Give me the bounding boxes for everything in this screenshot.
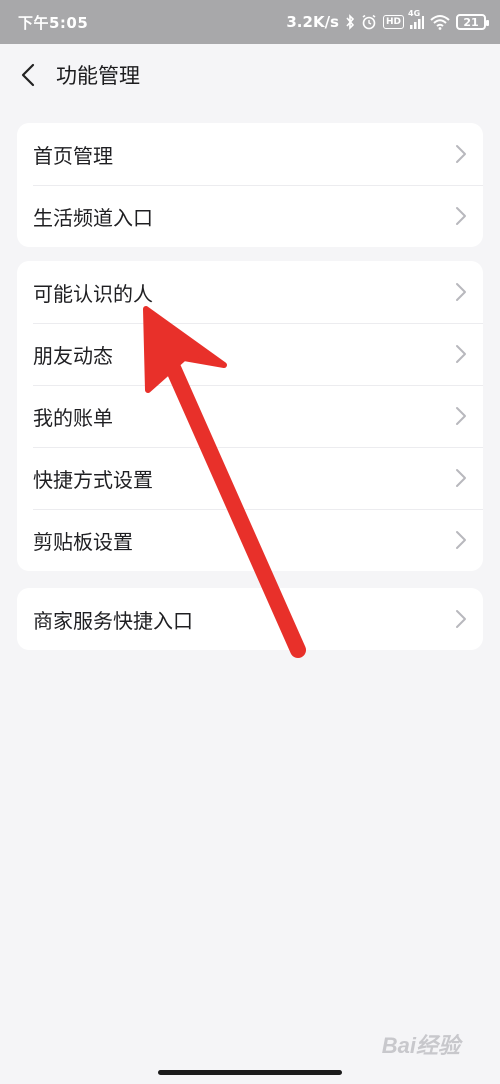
signal-icon: 4G: [408, 9, 424, 29]
menu-item-label: 我的账单: [33, 405, 113, 430]
status-bar: 下午5:05 3.2K/s HD 4G 21: [0, 0, 500, 44]
menu-item-label: 朋友动态: [33, 343, 113, 368]
watermark: Bai经验: [381, 1033, 460, 1058]
page-title: 功能管理: [56, 64, 140, 88]
chevron-right-icon: [455, 344, 467, 364]
menu-item-merchant-service-entry[interactable]: 商家服务快捷入口: [17, 588, 483, 650]
menu-item-people-you-may-know[interactable]: 可能认识的人: [17, 261, 483, 323]
settings-group-3: 商家服务快捷入口: [17, 588, 483, 650]
chevron-right-icon: [455, 609, 467, 629]
battery-icon: 21: [456, 14, 489, 30]
chevron-right-icon: [455, 468, 467, 488]
status-icons: 3.2K/s HD 4G 21: [286, 9, 489, 31]
menu-item-my-bills[interactable]: 我的账单: [17, 385, 483, 447]
menu-item-label: 剪贴板设置: [33, 529, 133, 554]
menu-item-clipboard-settings[interactable]: 剪贴板设置: [17, 509, 483, 571]
menu-item-label: 可能认识的人: [33, 281, 153, 306]
chevron-right-icon: [455, 144, 467, 164]
menu-item-shortcut-settings[interactable]: 快捷方式设置: [17, 447, 483, 509]
menu-item-label: 商家服务快捷入口: [33, 608, 193, 633]
menu-item-home-management[interactable]: 首页管理: [17, 123, 483, 185]
chevron-right-icon: [455, 530, 467, 550]
wifi-icon: [430, 14, 450, 30]
alarm-icon: [361, 14, 377, 30]
header: 功能管理: [0, 44, 500, 106]
menu-item-label: 首页管理: [33, 143, 113, 168]
signal-label: 4G: [408, 9, 421, 18]
bluetooth-icon: [345, 14, 355, 30]
chevron-right-icon: [455, 282, 467, 302]
settings-group-1: 首页管理 生活频道入口: [17, 123, 483, 247]
hd-icon: HD: [382, 15, 404, 29]
home-indicator[interactable]: [158, 1070, 342, 1075]
settings-group-2: 可能认识的人 朋友动态 我的账单 快捷方式设置 剪贴板设置: [17, 261, 483, 571]
chevron-left-icon: [21, 63, 35, 87]
back-button[interactable]: [0, 44, 56, 106]
net-speed: 3.2K/s: [286, 13, 339, 31]
chevron-right-icon: [455, 206, 467, 226]
chevron-right-icon: [455, 406, 467, 426]
menu-item-life-channel-entry[interactable]: 生活频道入口: [17, 185, 483, 247]
status-time: 下午5:05: [18, 13, 89, 32]
menu-item-friend-updates[interactable]: 朋友动态: [17, 323, 483, 385]
menu-item-label: 快捷方式设置: [33, 467, 153, 492]
menu-item-label: 生活频道入口: [33, 205, 153, 230]
